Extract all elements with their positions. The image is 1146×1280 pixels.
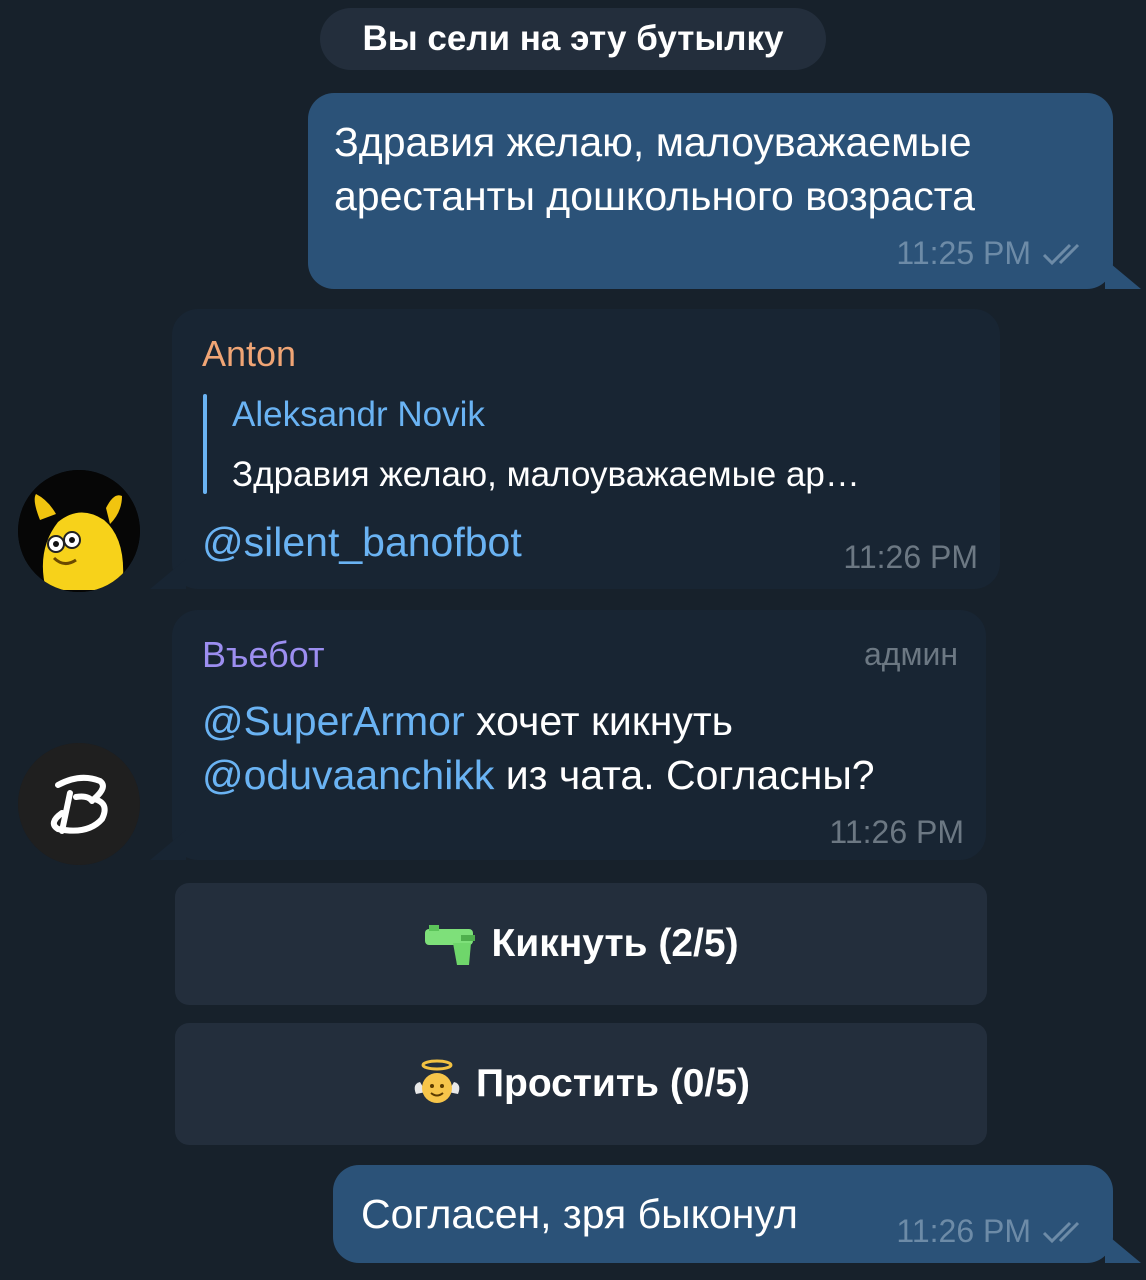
- sender-name: Въебот: [202, 634, 325, 675]
- mention-link[interactable]: @SuperArmor: [202, 698, 465, 744]
- kick-button[interactable]: Кикнуть (2/5): [175, 883, 987, 1005]
- message-text-part: из чата. Согласны?: [494, 752, 875, 798]
- reply-author[interactable]: Aleksandr Novik: [232, 395, 485, 435]
- message-time: 11:26 PM: [843, 539, 978, 575]
- mention-link[interactable]: @oduvaanchikk: [202, 752, 494, 798]
- forgive-button[interactable]: Простить (0/5): [175, 1023, 987, 1145]
- message-time: 11:25 PM: [896, 235, 1031, 271]
- message-meta: 11:25 PM: [896, 235, 1091, 272]
- message-meta: 11:26 PM: [896, 1213, 1091, 1250]
- angel-face-icon: [414, 1059, 460, 1103]
- script-b-icon: [18, 743, 140, 865]
- bubble-tail: [150, 559, 186, 589]
- water-pistol-icon: [425, 925, 476, 965]
- reply-bar: [203, 394, 207, 494]
- incoming-message[interactable]: Въебот админ @SuperArmor хочет кикнуть @…: [172, 610, 986, 860]
- kick-button-label: Кикнуть (2/5): [491, 922, 739, 965]
- double-check-icon: [1042, 1221, 1080, 1243]
- outgoing-message[interactable]: Согласен, зря быконул 11:26 PM: [333, 1165, 1113, 1263]
- message-text: Здравия желаю, малоуважаемые арестанты д…: [334, 119, 975, 219]
- message-time: 11:26 PM: [829, 814, 964, 850]
- message-text-part: хочет кикнуть: [464, 698, 734, 744]
- message-time: 11:26 PM: [896, 1213, 1031, 1249]
- message-text: @SuperArmor хочет кикнуть @oduvaanchikk …: [202, 694, 972, 802]
- admin-badge: админ: [863, 636, 958, 672]
- double-check-icon: [1042, 243, 1080, 265]
- mention-link[interactable]: @silent_banofbot: [202, 515, 522, 569]
- service-message: Вы сели на эту бутылку: [320, 8, 826, 70]
- jake-pikachu-avatar-icon: [18, 470, 140, 592]
- avatar-anton[interactable]: [18, 470, 140, 592]
- sender-name: Anton: [202, 333, 297, 374]
- outgoing-message[interactable]: Здравия желаю, малоуважаемые арестанты д…: [308, 93, 1113, 289]
- avatar-bot[interactable]: [18, 743, 140, 865]
- forgive-button-label: Простить (0/5): [475, 1062, 751, 1105]
- bubble-tail: [150, 830, 186, 860]
- incoming-message[interactable]: Anton Aleksandr Novik Здравия желаю, мал…: [172, 309, 1000, 589]
- message-text: Согласен, зря быконул: [361, 1191, 798, 1237]
- reply-text[interactable]: Здравия желаю, малоуважаемые ар…: [232, 455, 860, 495]
